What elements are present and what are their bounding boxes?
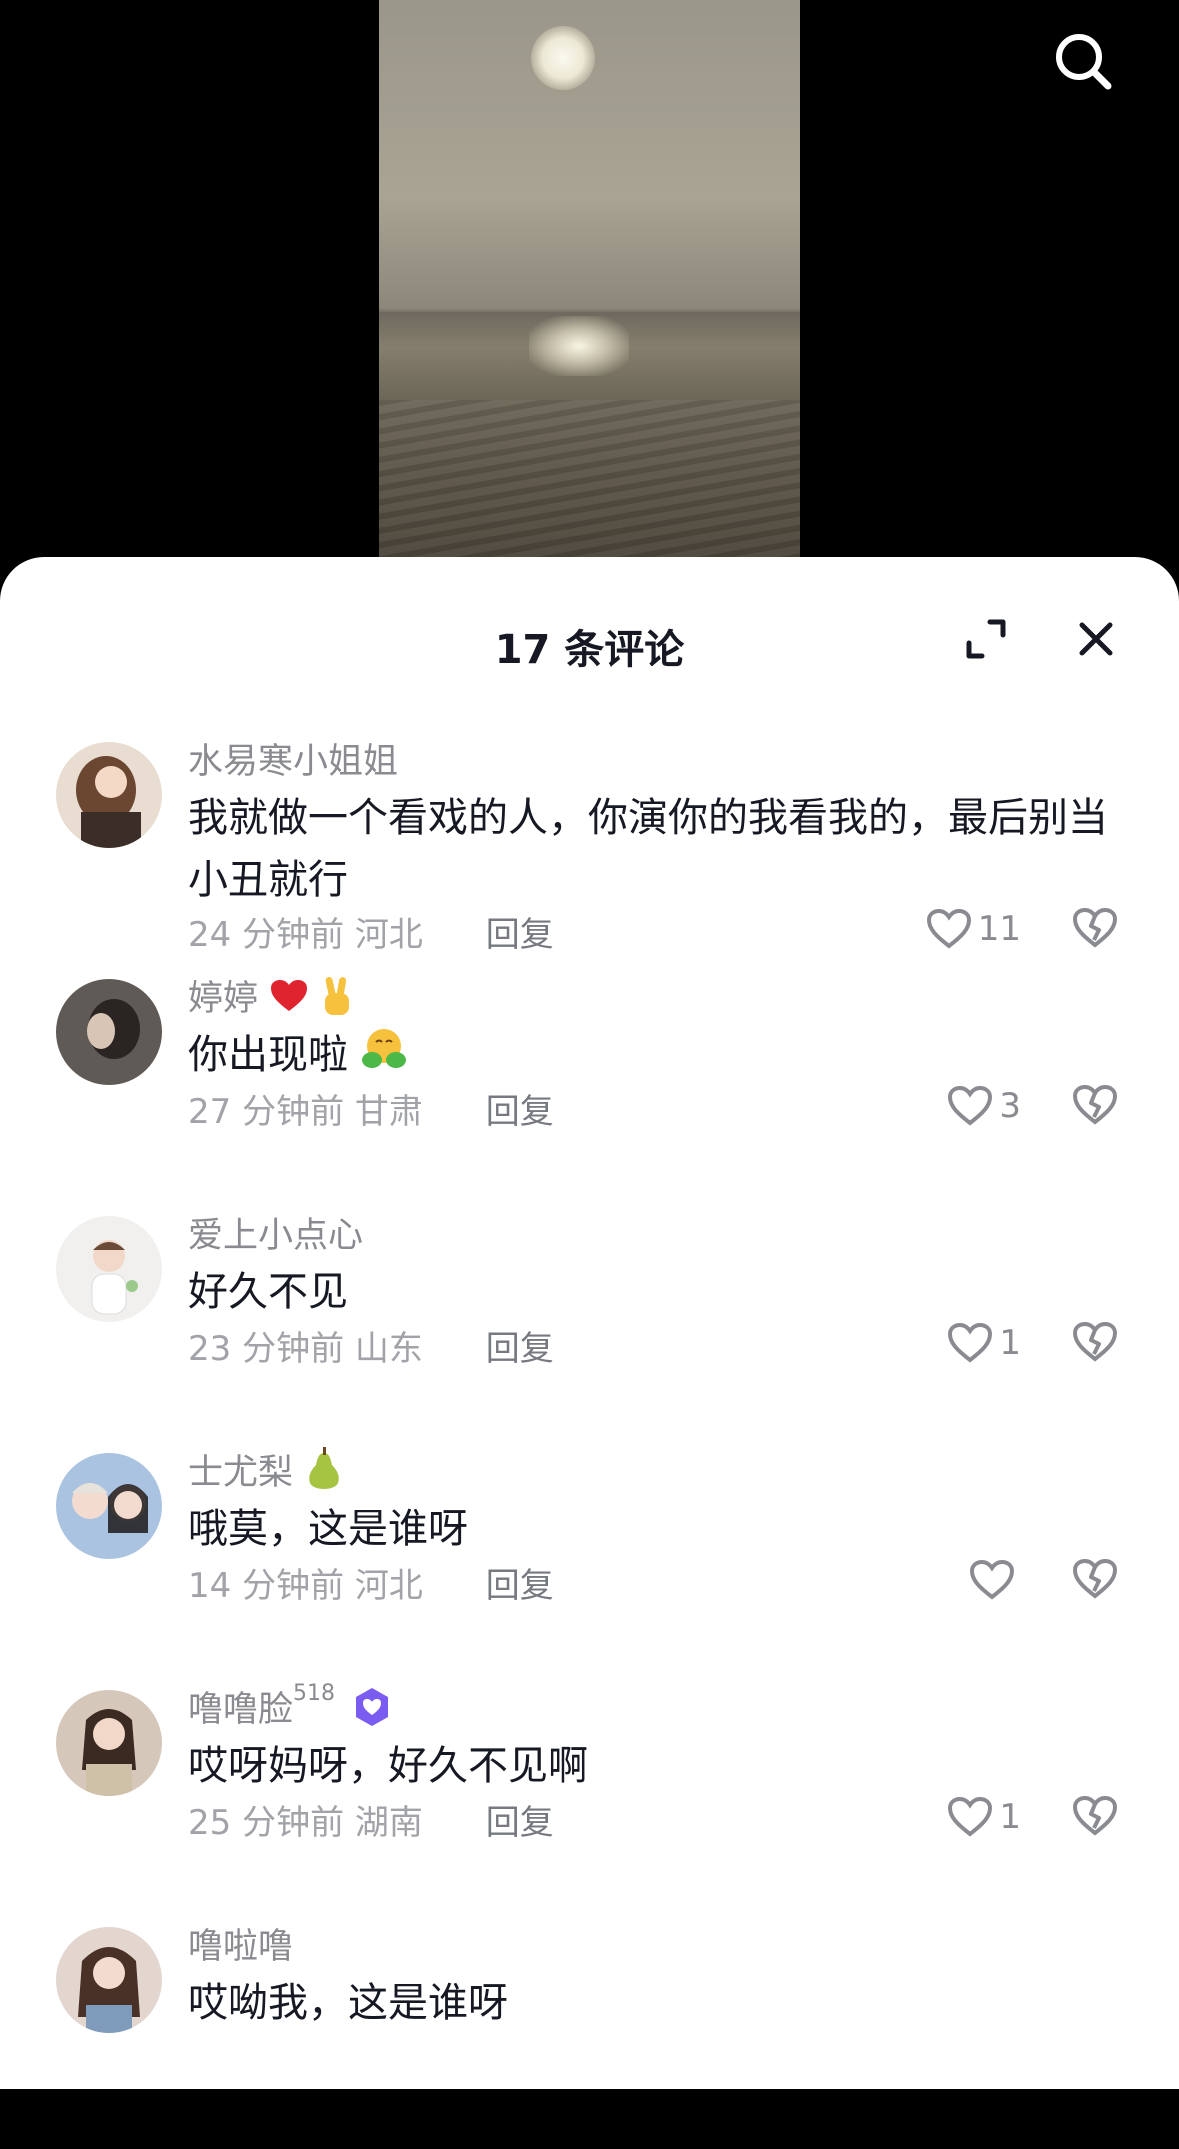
comment-username-text: 婷婷: [188, 979, 259, 1019]
comment-meta: 23 分钟前 山东 回复: [188, 1321, 554, 1370]
comment-text: 哎呀妈呀，好久不见啊: [188, 1743, 588, 1789]
comment-time: 14 分钟前: [188, 1566, 345, 1606]
hugging-face-emoji-icon: [361, 1026, 407, 1088]
heart-icon: [948, 1322, 993, 1363]
comment-item: 噜啦噜 哎呦我，这是谁呀: [0, 1912, 1179, 2149]
avatar[interactable]: [56, 742, 162, 848]
like-button[interactable]: [969, 1558, 1021, 1602]
comment-item: 爱上小点心 好久不见 23 分钟前 山东 回复 1: [0, 1201, 1179, 1438]
comment-location: 河北: [354, 1566, 423, 1606]
search-icon[interactable]: [1052, 30, 1114, 92]
like-count: 11: [977, 909, 1021, 949]
comment-time: 23 分钟前: [188, 1329, 345, 1369]
reply-button[interactable]: 回复: [486, 1321, 554, 1370]
broken-heart-icon[interactable]: [1072, 907, 1118, 951]
comment-item: 水易寒小姐姐 我就做一个看戏的人，你演你的我看我的，最后别当小丑就行 24 分钟…: [0, 727, 1179, 964]
avatar[interactable]: [56, 979, 162, 1085]
like-count: 1: [999, 1797, 1021, 1837]
close-icon[interactable]: [1074, 617, 1118, 661]
comment-username[interactable]: 噜啦噜: [188, 1918, 293, 1969]
sand-tracks: [379, 400, 800, 560]
like-button[interactable]: 1: [947, 1795, 1021, 1839]
comment-username[interactable]: 噜噜脸518: [188, 1681, 394, 1738]
fan-badge-icon: [350, 1685, 394, 1738]
comment-time: 25 分钟前: [188, 1803, 345, 1843]
comment-location: 山东: [354, 1329, 423, 1369]
heart-icon: [926, 908, 971, 949]
avatar[interactable]: [56, 1216, 162, 1322]
comment-time: 27 分钟前: [188, 1092, 345, 1132]
like-button[interactable]: 11: [926, 907, 1021, 951]
like-button[interactable]: 1: [947, 1321, 1021, 1365]
avatar[interactable]: [56, 1690, 162, 1796]
comment-username[interactable]: 士尤梨: [188, 1444, 344, 1502]
comment-username-text: 士尤梨: [188, 1453, 294, 1493]
reply-button[interactable]: 回复: [486, 1558, 554, 1607]
sun-reflection: [529, 316, 629, 376]
reply-button[interactable]: 回复: [486, 1795, 554, 1844]
comment-location: 湖南: [354, 1803, 423, 1843]
heart-icon: [948, 1796, 993, 1837]
comment-text-content: 你出现啦: [188, 1032, 348, 1078]
comment-text: 我就做一个看戏的人，你演你的我看我的，最后别当小丑就行: [188, 795, 1108, 903]
comments-sheet: 17 条评论 水易寒小姐姐 我就做一个看戏的人，你演你的我看我的，最后别当小丑就…: [0, 557, 1179, 2089]
expand-icon[interactable]: [964, 617, 1008, 661]
like-count: 3: [999, 1086, 1021, 1126]
comment-location: 河北: [354, 915, 423, 955]
avatar[interactable]: [56, 1927, 162, 2033]
like-count: 1: [999, 1323, 1021, 1363]
comment-username[interactable]: 婷婷: [188, 970, 354, 1026]
heart-icon: [948, 1085, 993, 1126]
comment-meta: 27 分钟前 甘肃 回复: [188, 1084, 554, 1133]
video-area[interactable]: [0, 0, 1179, 600]
comment-text: 哎呦我，这是谁呀: [188, 1980, 508, 2026]
broken-heart-icon[interactable]: [1072, 1558, 1118, 1602]
pear-emoji-icon: [304, 1446, 344, 1502]
comment-item: 婷婷 你出现啦 27 分钟前 甘肃 回复 3: [0, 964, 1179, 1201]
broken-heart-icon[interactable]: [1072, 1321, 1118, 1365]
like-button[interactable]: 3: [947, 1084, 1021, 1128]
comment-text: 好久不见: [188, 1269, 348, 1315]
comment-username[interactable]: 爱上小点心: [188, 1207, 363, 1258]
comment-username[interactable]: 水易寒小姐姐: [188, 733, 398, 784]
comment-item: 噜噜脸518 哎呀妈呀，好久不见啊 25 分钟前 湖南 回复 1: [0, 1675, 1179, 1912]
reply-button[interactable]: 回复: [486, 1084, 554, 1133]
comments-header: 17 条评论: [0, 557, 1179, 727]
avatar[interactable]: [56, 1453, 162, 1559]
comment-time: 24 分钟前: [188, 915, 345, 955]
broken-heart-icon[interactable]: [1072, 1795, 1118, 1839]
heart-icon: [969, 1559, 1015, 1600]
comment-location: 甘肃: [354, 1092, 423, 1132]
video-thumbnail[interactable]: [379, 0, 800, 560]
comment-text: 你出现啦: [188, 1024, 1118, 1088]
broken-heart-icon[interactable]: [1072, 1084, 1118, 1128]
comment-username-text: 噜噜脸: [188, 1690, 294, 1730]
comment-text: 哦莫，这是谁呀: [188, 1506, 468, 1552]
comment-meta: 14 分钟前 河北 回复: [188, 1558, 554, 1607]
reply-button[interactable]: 回复: [486, 907, 554, 956]
comment-meta: 25 分钟前 湖南 回复: [188, 1795, 554, 1844]
red-heart-emoji-icon: [269, 978, 309, 1023]
comment-meta: 24 分钟前 河北 回复: [188, 907, 554, 956]
sun-image: [531, 26, 595, 90]
username-superscript: 518: [293, 1681, 336, 1706]
comment-item: 士尤梨 哦莫，这是谁呀 14 分钟前 河北 回复: [0, 1438, 1179, 1675]
victory-hand-emoji-icon: [320, 975, 354, 1026]
